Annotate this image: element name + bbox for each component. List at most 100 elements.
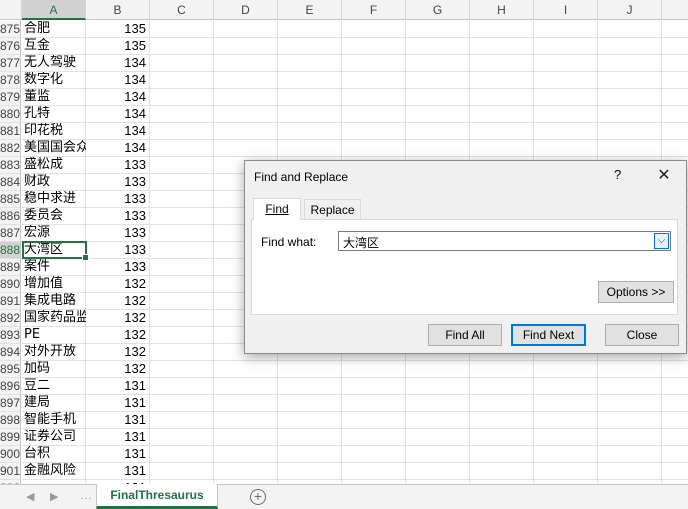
row-header[interactable]: 889 xyxy=(0,259,20,276)
cell-a[interactable]: 证券公司 xyxy=(24,429,86,446)
cell-b[interactable]: 133 xyxy=(86,242,148,259)
cell-a[interactable]: 美国国会众 xyxy=(24,140,86,157)
row-header[interactable]: 875 xyxy=(0,21,20,38)
cell-b[interactable]: 133 xyxy=(86,259,148,276)
options-button[interactable]: Options >> xyxy=(598,281,674,303)
row-header[interactable]: 892 xyxy=(0,310,20,327)
cell-a[interactable]: 建局 xyxy=(24,395,86,412)
cell-a[interactable]: 稳中求进 xyxy=(24,191,86,208)
row-header[interactable]: 886 xyxy=(0,208,20,225)
cell-b[interactable]: 131 xyxy=(86,446,148,463)
cell-a[interactable]: 加码 xyxy=(24,361,86,378)
cell-a[interactable]: PE xyxy=(24,327,86,344)
cell-b[interactable]: 132 xyxy=(86,327,148,344)
column-header-b[interactable]: B xyxy=(86,0,150,20)
cell-b[interactable]: 135 xyxy=(86,21,148,38)
column-header-e[interactable]: E xyxy=(278,0,342,20)
cell-a[interactable]: 对外开放 xyxy=(24,344,86,361)
select-all-corner[interactable] xyxy=(0,0,22,20)
row-header[interactable]: 882 xyxy=(0,140,20,157)
cell-a[interactable]: 董监 xyxy=(24,89,86,106)
cell-a[interactable]: 案件 xyxy=(24,259,86,276)
cell-a[interactable]: 集成电路 xyxy=(24,293,86,310)
active-cell-border[interactable] xyxy=(22,241,89,261)
cell-b[interactable]: 135 xyxy=(86,38,148,55)
cell-b[interactable]: 134 xyxy=(86,72,148,89)
row-header[interactable]: 893 xyxy=(0,327,20,344)
cell-a[interactable]: 智能手机 xyxy=(24,412,86,429)
cell-b[interactable]: 131 xyxy=(86,378,148,395)
find-what-input[interactable]: 大湾区 ⌵ xyxy=(338,231,671,251)
cell-b[interactable]: 132 xyxy=(86,361,148,378)
cell-a[interactable]: 互金 xyxy=(24,38,86,55)
row-header[interactable]: 883 xyxy=(0,157,20,174)
cell-a[interactable]: 台积 xyxy=(24,446,86,463)
row-header[interactable]: 877 xyxy=(0,55,20,72)
column-header-h[interactable]: H xyxy=(470,0,534,20)
cell-b[interactable]: 133 xyxy=(86,208,148,225)
cell-b[interactable]: 131 xyxy=(86,412,148,429)
cell-b[interactable]: 133 xyxy=(86,191,148,208)
cell-b[interactable]: 134 xyxy=(86,140,148,157)
add-sheet-icon[interactable]: + xyxy=(250,489,266,505)
tab-find[interactable]: Find xyxy=(253,198,301,220)
help-button[interactable]: ? xyxy=(614,167,621,182)
cell-a[interactable]: 数字化 xyxy=(24,72,86,89)
cell-b[interactable]: 131 xyxy=(86,429,148,446)
chevron-down-icon[interactable]: ⌵ xyxy=(654,233,669,249)
find-all-button[interactable]: Find All xyxy=(428,324,502,346)
cell-b[interactable]: 132 xyxy=(86,293,148,310)
cell-a[interactable]: 无人驾驶 xyxy=(24,55,86,72)
cell-b[interactable]: 133 xyxy=(86,157,148,174)
cell-b[interactable]: 132 xyxy=(86,344,148,361)
row-header[interactable]: 878 xyxy=(0,72,20,89)
column-header-d[interactable]: D xyxy=(214,0,278,20)
sheet-tab-active[interactable]: FinalThresaurus xyxy=(96,484,218,509)
row-header[interactable]: 887 xyxy=(0,225,20,242)
cell-a[interactable]: 孔特 xyxy=(24,106,86,123)
close-icon[interactable]: ✕ xyxy=(652,165,676,187)
cell-b[interactable]: 132 xyxy=(86,276,148,293)
next-sheet-icon[interactable]: ▶ xyxy=(50,490,58,503)
row-header[interactable]: 894 xyxy=(0,344,20,361)
more-sheets-icon[interactable]: … xyxy=(80,488,92,502)
cell-a[interactable]: 印花税 xyxy=(24,123,86,140)
column-header-i[interactable]: I xyxy=(534,0,598,20)
row-header[interactable]: 881 xyxy=(0,123,20,140)
cell-a[interactable]: 财政 xyxy=(24,174,86,191)
cell-b[interactable]: 131 xyxy=(86,395,148,412)
row-header[interactable]: 880 xyxy=(0,106,20,123)
cell-a[interactable]: 盛松成 xyxy=(24,157,86,174)
find-next-button[interactable]: Find Next xyxy=(511,324,586,346)
prev-sheet-icon[interactable]: ◀ xyxy=(26,490,34,503)
cell-a[interactable]: 合肥 xyxy=(24,21,86,38)
cell-a[interactable]: 国家药品监 xyxy=(24,310,86,327)
column-header-g[interactable]: G xyxy=(406,0,470,20)
row-header[interactable]: 899 xyxy=(0,429,20,446)
row-header[interactable]: 890 xyxy=(0,276,20,293)
column-header-f[interactable]: F xyxy=(342,0,406,20)
cell-b[interactable]: 132 xyxy=(86,310,148,327)
row-header[interactable]: 895 xyxy=(0,361,20,378)
column-header-a[interactable]: A xyxy=(22,0,86,20)
row-header[interactable]: 901 xyxy=(0,463,20,480)
row-header[interactable]: 898 xyxy=(0,412,20,429)
cell-b[interactable]: 134 xyxy=(86,106,148,123)
cell-b[interactable]: 133 xyxy=(86,174,148,191)
cell-b[interactable]: 134 xyxy=(86,89,148,106)
column-header-c[interactable]: C xyxy=(150,0,214,20)
row-header[interactable]: 884 xyxy=(0,174,20,191)
row-header[interactable]: 876 xyxy=(0,38,20,55)
row-header[interactable]: 888 xyxy=(0,242,20,259)
row-header[interactable]: 896 xyxy=(0,378,20,395)
cell-a[interactable]: 豆二 xyxy=(24,378,86,395)
row-header[interactable]: 885 xyxy=(0,191,20,208)
row-header[interactable]: 879 xyxy=(0,89,20,106)
cell-b[interactable]: 134 xyxy=(86,55,148,72)
cell-a[interactable]: 增加值 xyxy=(24,276,86,293)
close-button[interactable]: Close xyxy=(605,324,679,346)
cell-b[interactable]: 134 xyxy=(86,123,148,140)
row-header[interactable]: 900 xyxy=(0,446,20,463)
cell-b[interactable]: 133 xyxy=(86,225,148,242)
cell-a[interactable]: 金融风险 xyxy=(24,463,86,480)
